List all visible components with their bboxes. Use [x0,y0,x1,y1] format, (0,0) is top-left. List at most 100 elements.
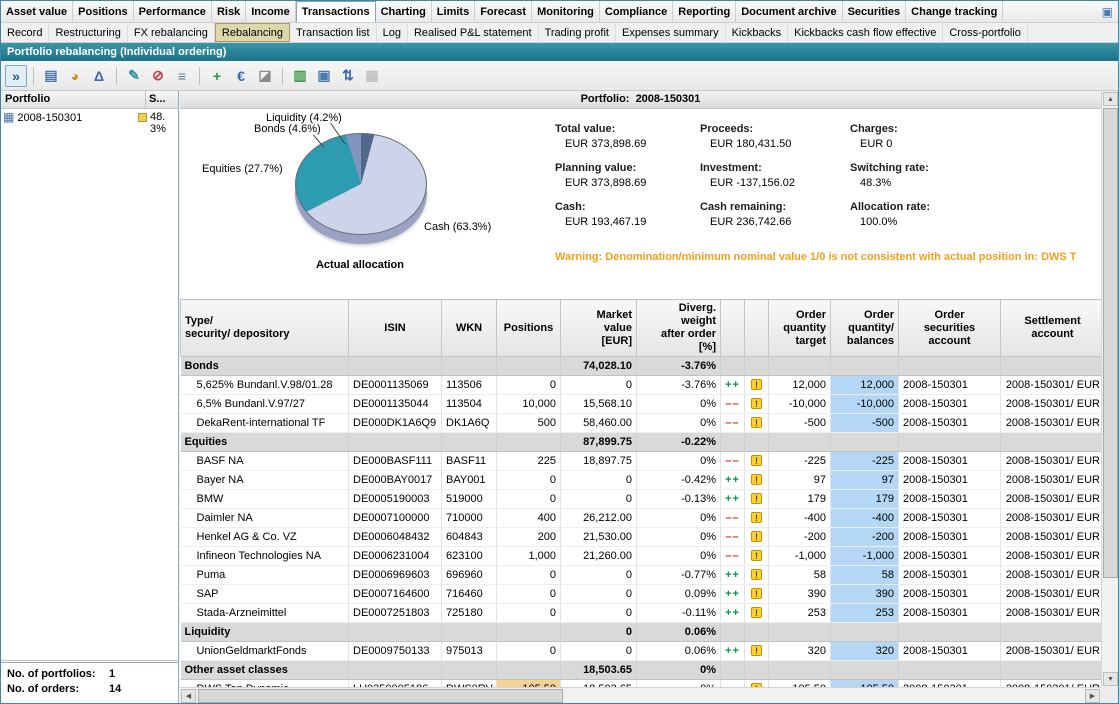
position-row[interactable]: Infineon Technologies NADE00062310046231… [181,547,1102,566]
position-row[interactable]: BASF NADE000BASF111BASF1122518,897.750%–… [181,452,1102,471]
sub-tab-record[interactable]: Record [1,23,49,42]
allocation-pie-icon[interactable]: ◕ [64,65,86,87]
position-row[interactable]: Daimler NADE000710000071000040026,212.00… [181,509,1102,528]
menu-tab-positions[interactable]: Positions [73,1,134,22]
cell-warning: ! [745,547,769,566]
eraser-icon[interactable]: ◪ [254,65,276,87]
group-row[interactable]: Liquidity00.06% [181,623,1102,642]
sub-tab-fx-rebalancing[interactable]: FX rebalancing [128,23,215,42]
vertical-scrollbar[interactable]: ▲ ▼ [1101,91,1118,687]
menu-tab-asset-value[interactable]: Asset value [1,1,73,22]
column-header-market-value[interactable]: Market value [EUR] [561,300,637,357]
menu-tab-performance[interactable]: Performance [134,1,212,22]
cell-positions: 0 [497,490,561,509]
cell-order-securities-account [899,357,1001,376]
menu-tab-compliance[interactable]: Compliance [600,1,673,22]
sub-tab-kickbacks-cash-flow-effective[interactable]: Kickbacks cash flow effective [788,23,943,42]
column-header-share[interactable]: S... [146,91,178,108]
sub-tab-rebalancing[interactable]: Rebalancing [215,23,290,42]
menu-tab-document-archive[interactable]: Document archive [736,1,842,22]
horizontal-scroll-thumb[interactable] [198,689,563,703]
add-icon[interactable]: + [206,65,228,87]
cell-wkn: 725180 [442,604,497,623]
cell-isin: LU0350005186 [349,680,442,688]
column-header-order-securities-account[interactable]: Order securities account [899,300,1001,357]
euro-icon[interactable]: € [230,65,252,87]
cell-isin: DE0005190003 [349,490,442,509]
menu-tab-limits[interactable]: Limits [432,1,475,22]
expand-panel-icon[interactable]: » [5,65,27,87]
group-row[interactable]: Bonds74,028.10-3.76% [181,357,1102,376]
position-row[interactable]: BMWDE000519000351900000-0.13%++!17917920… [181,490,1102,509]
delete-order-icon[interactable]: ⊘ [147,65,169,87]
menu-tab-monitoring[interactable]: Monitoring [532,1,600,22]
cell-positions [497,433,561,452]
sub-tab-realised-p-l-statement[interactable]: Realised P&L statement [408,23,539,42]
column-header-type-security-depository[interactable]: Type/ security/ depository [181,300,349,357]
sub-tab-trading-profit[interactable]: Trading profit [539,23,616,42]
positions-table: Type/ security/ depositoryISINWKNPositio… [180,299,1101,687]
group-row[interactable]: Other asset classes18,503.650% [181,661,1102,680]
vertical-scroll-thumb[interactable] [1103,108,1118,578]
column-header-wkn[interactable]: WKN [442,300,497,357]
cell-order-securities-account [899,661,1001,680]
menu-tab-securities[interactable]: Securities [843,1,907,22]
column-header-warning[interactable] [745,300,769,357]
cell-isin: DE0006231004 [349,547,442,566]
menu-tab-transactions[interactable]: Transactions [296,1,376,22]
column-header-order-quantity-balances[interactable]: Order quantity/ balances [831,300,899,357]
menu-tab-risk[interactable]: Risk [212,1,246,22]
sub-tab-expenses-summary[interactable]: Expenses summary [616,23,726,42]
group-row[interactable]: Equities87,899.75-0.22% [181,433,1102,452]
position-row[interactable]: DekaRent-international TFDE000DK1A6Q9DK1… [181,414,1102,433]
edit-order-icon[interactable]: ✎ [123,65,145,87]
chart-icon[interactable]: ▤ [40,65,62,87]
column-header-diverg-weight[interactable]: Diverg. weight after order [%] [637,300,721,357]
menu-tab-charting[interactable]: Charting [376,1,432,22]
scroll-left-button[interactable]: ◀ [181,689,196,703]
scroll-down-button[interactable]: ▼ [1103,672,1118,686]
menu-tab-change-tracking[interactable]: Change tracking [906,1,1003,22]
column-header-isin[interactable]: ISIN [349,300,442,357]
allocation-pie-chart[interactable] [295,133,427,235]
rebalancing-settings-icon[interactable]: ≡ [171,65,193,87]
position-row[interactable]: 6,5% Bundanl.V.97/27DE000113504411350410… [181,395,1102,414]
sub-tab-log[interactable]: Log [377,23,408,42]
scroll-up-button[interactable]: ▲ [1103,92,1118,106]
cell-name: Liquidity [181,623,349,642]
cell-diverg-weight: -0.77% [637,566,721,585]
position-row[interactable]: 5,625% Bundanl.V.98/01.28DE0001135069113… [181,376,1102,395]
position-row[interactable]: Bayer NADE000BAY0017BAY00100-0.42%++!979… [181,471,1102,490]
scroll-right-button[interactable]: ▶ [1085,689,1100,703]
cell-wkn: 696960 [442,566,497,585]
column-header-trend[interactable] [721,300,745,357]
sub-tab-transaction-list[interactable]: Transaction list [290,23,377,42]
horizontal-scrollbar[interactable]: ◀ ▶ [180,687,1101,703]
sub-tab-kickbacks[interactable]: Kickbacks [726,23,789,42]
report-icon[interactable]: ▣ [313,65,335,87]
position-row[interactable]: Stada-ArzneimittelDE000725180372518000-0… [181,604,1102,623]
sub-tab-restructuring[interactable]: Restructuring [49,23,127,42]
column-header-portfolio[interactable]: Portfolio [1,91,146,108]
sub-tab-cross-portfolio[interactable]: Cross-portfolio [943,23,1028,42]
menu-tab-income[interactable]: Income [246,1,296,22]
sort-icon[interactable]: ⇅ [337,65,359,87]
column-header-order-quantity-target[interactable]: Order quantity target [769,300,831,357]
menu-overflow-button[interactable]: ▣ [1097,1,1118,22]
menu-tab-reporting[interactable]: Reporting [673,1,736,22]
position-row[interactable]: UnionGeldmarktFondsDE0009750133975013000… [181,642,1102,661]
position-row[interactable]: PumaDE000696960369696000-0.77%++!5858200… [181,566,1102,585]
portfolio-row[interactable]: ▦2008-15030148.3% [1,109,178,137]
position-row[interactable]: DWS Top DynamicLU0350005186DWS0RV105.501… [181,680,1102,688]
column-header-settlement-account[interactable]: Settlement account [1001,300,1102,357]
delta-icon[interactable]: Δ [88,65,110,87]
column-header-positions[interactable]: Positions [497,300,561,357]
cell-order-quantity-target: -200 [769,528,831,547]
position-row[interactable]: SAPDE0007164600716460000.09%++!390390200… [181,585,1102,604]
stat-row: No. of portfolios:1 [7,668,172,683]
menu-tab-forecast[interactable]: Forecast [475,1,532,22]
cell-positions: 0 [497,471,561,490]
chart-edit-icon[interactable]: ▥ [289,65,311,87]
position-row[interactable]: Henkel AG & Co. VZDE00060484326048432002… [181,528,1102,547]
cell-settlement-account: 2008-150301/ EUR [1001,528,1102,547]
